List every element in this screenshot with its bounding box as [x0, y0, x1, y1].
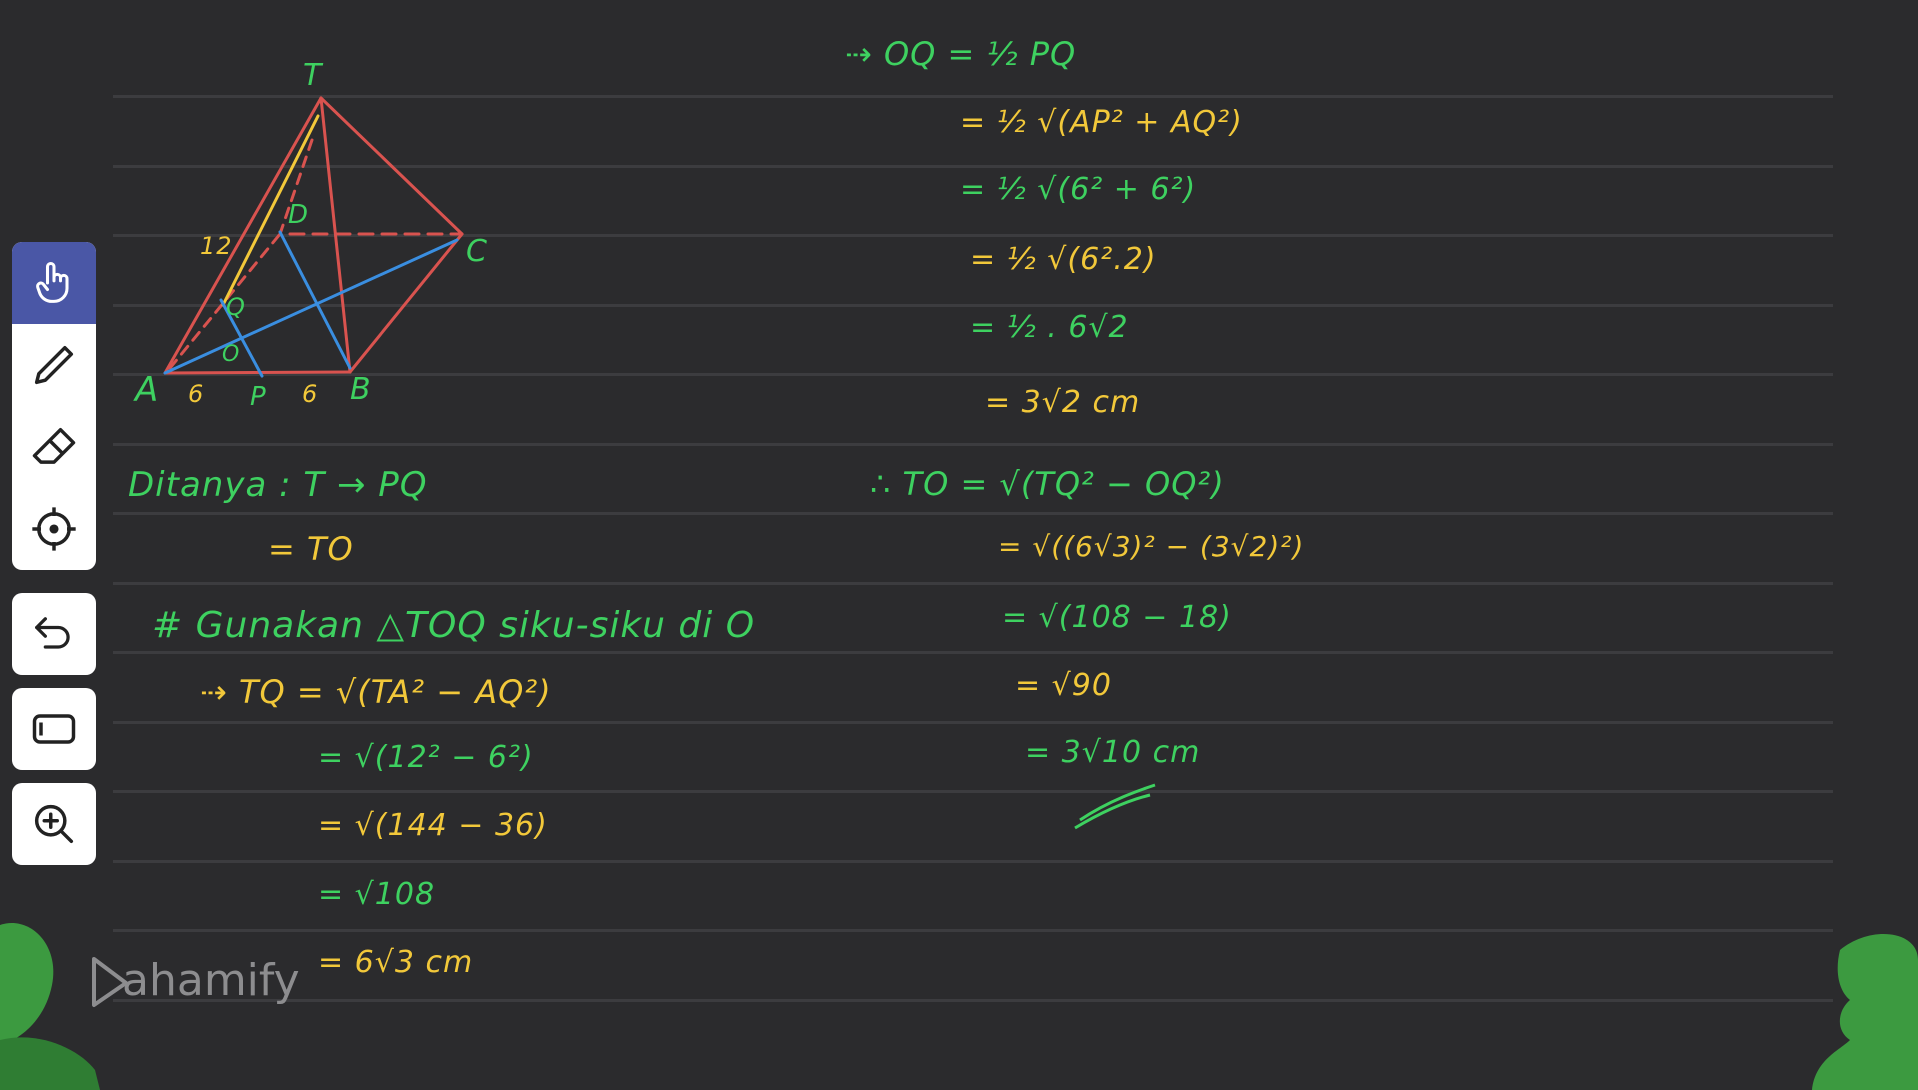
answer-underline — [1074, 783, 1156, 830]
pahamify-logo: ahamify — [88, 955, 300, 1007]
brand-name: ahamify — [122, 955, 300, 1006]
zoom-in-icon — [34, 804, 74, 844]
undo-icon — [35, 617, 70, 649]
pencil-icon — [34, 345, 74, 385]
pahamify-play-icon — [92, 957, 128, 1007]
clear-page-button[interactable] — [12, 688, 96, 770]
drawing-toolbar — [12, 242, 96, 570]
hand-tool-button[interactable] — [12, 242, 96, 324]
undo-button[interactable] — [12, 593, 96, 675]
hand-pointer-icon — [36, 262, 69, 303]
eraser-icon — [32, 427, 76, 464]
crosshair-icon — [32, 507, 76, 551]
blank-page-icon — [32, 714, 76, 744]
zoom-in-button[interactable] — [12, 783, 96, 865]
eraser-tool-button[interactable] — [12, 406, 96, 488]
laser-pointer-tool-button[interactable] — [12, 488, 96, 570]
pen-tool-button[interactable] — [12, 324, 96, 406]
